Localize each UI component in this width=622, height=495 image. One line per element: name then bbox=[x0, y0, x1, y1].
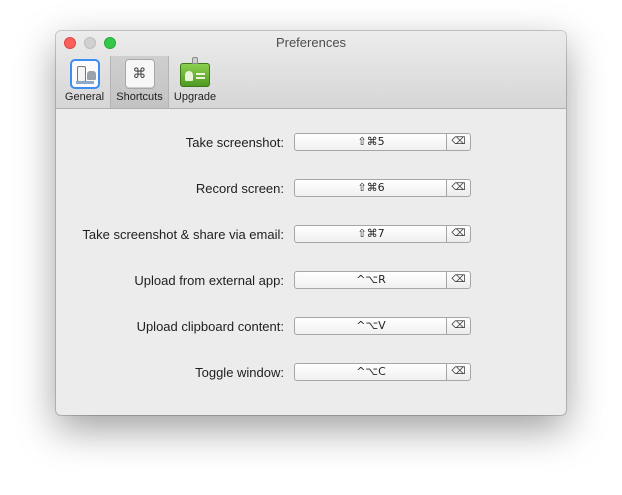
shortcut-recorder-field[interactable]: ⇧⌘7 bbox=[294, 225, 448, 243]
tab-shortcuts[interactable]: ⌘ Shortcuts bbox=[110, 56, 169, 108]
shortcut-label: Take screenshot: bbox=[185, 135, 284, 150]
shortcut-label: Upload from external app: bbox=[134, 273, 284, 288]
tab-upgrade[interactable]: Upgrade bbox=[170, 56, 220, 108]
tab-general-label: General bbox=[64, 91, 105, 103]
command-key-icon: ⌘ bbox=[124, 59, 155, 89]
upgrade-badge-icon bbox=[180, 57, 210, 87]
window-title: Preferences bbox=[275, 35, 347, 50]
tab-shortcuts-label: Shortcuts bbox=[116, 91, 163, 103]
shortcut-recorder-field[interactable]: ^⌥V bbox=[294, 317, 448, 335]
shortcut-row-screenshot-email: Take screenshot & share via email: ⇧⌘7 ⌫ bbox=[56, 225, 566, 245]
shortcut-recorder-field[interactable]: ⇧⌘6 bbox=[294, 179, 448, 197]
shortcut-recorder-field[interactable]: ^⌥C bbox=[294, 363, 448, 381]
shortcut-row-record-screen: Record screen: ⇧⌘6 ⌫ bbox=[56, 179, 566, 199]
shortcut-row-upload-clipboard: Upload clipboard content: ^⌥V ⌫ bbox=[56, 317, 566, 337]
clear-shortcut-button[interactable]: ⌫ bbox=[446, 179, 471, 197]
tab-general[interactable]: General bbox=[62, 56, 107, 108]
clear-shortcut-button[interactable]: ⌫ bbox=[446, 317, 471, 335]
clear-shortcut-button[interactable]: ⌫ bbox=[446, 363, 471, 381]
preferences-window: Preferences General ⌘ Shortcuts Upgrade … bbox=[56, 31, 566, 415]
shortcut-label: Take screenshot & share via email: bbox=[82, 227, 284, 242]
tab-upgrade-label: Upgrade bbox=[173, 91, 217, 103]
clear-shortcut-button[interactable]: ⌫ bbox=[446, 271, 471, 289]
shortcut-row-upload-external: Upload from external app: ^⌥R ⌫ bbox=[56, 271, 566, 291]
shortcut-recorder-field[interactable]: ^⌥R bbox=[294, 271, 448, 289]
clear-shortcut-button[interactable]: ⌫ bbox=[446, 133, 471, 151]
shortcut-label: Toggle window: bbox=[195, 365, 284, 380]
shortcut-recorder-field[interactable]: ⇧⌘5 bbox=[294, 133, 448, 151]
shortcut-row-take-screenshot: Take screenshot: ⇧⌘5 ⌫ bbox=[56, 133, 566, 153]
shortcut-label: Upload clipboard content: bbox=[136, 319, 284, 334]
general-icon bbox=[69, 59, 100, 89]
shortcuts-pane: Take screenshot: ⇧⌘5 ⌫ Record screen: ⇧⌘… bbox=[56, 109, 566, 415]
clear-shortcut-button[interactable]: ⌫ bbox=[446, 225, 471, 243]
toolbar: Preferences General ⌘ Shortcuts Upgrade bbox=[56, 31, 566, 109]
shortcut-label: Record screen: bbox=[195, 181, 284, 196]
shortcut-row-toggle-window: Toggle window: ^⌥C ⌫ bbox=[56, 363, 566, 383]
